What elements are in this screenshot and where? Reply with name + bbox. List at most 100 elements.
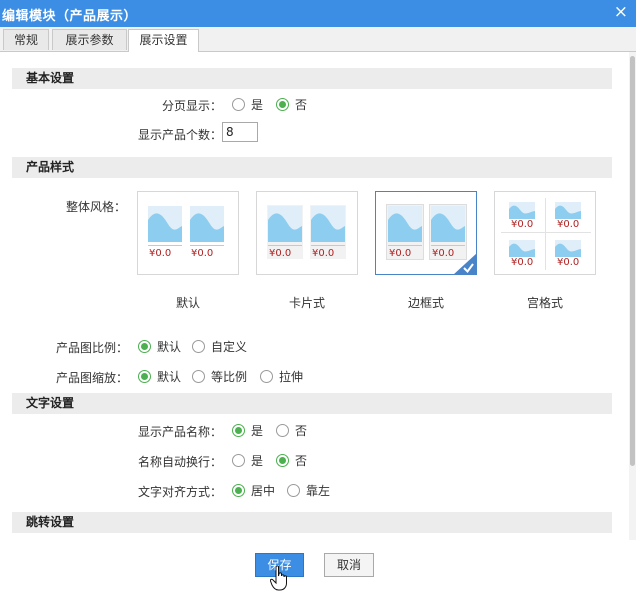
scale-stretch-text: 拉伸 xyxy=(279,370,304,384)
overall-style-label: 整体风格： xyxy=(65,200,126,214)
image-placeholder-icon xyxy=(431,206,465,242)
wrap-yes-text: 是 xyxy=(251,454,264,468)
align-option-center[interactable]: 居中 xyxy=(232,483,275,499)
style-card-border[interactable]: ¥0.0 ¥0.0 xyxy=(375,191,477,275)
tab-display-settings[interactable]: 展示设置 xyxy=(128,29,199,52)
section-basic-settings: 基本设置 xyxy=(12,68,612,89)
show-name-no-radio[interactable] xyxy=(276,424,289,437)
image-placeholder-icon xyxy=(509,240,535,257)
count-label: 显示产品个数： xyxy=(137,128,222,142)
scale-option-stretch[interactable]: 拉伸 xyxy=(260,369,303,385)
count-input[interactable] xyxy=(222,122,258,142)
scale-default-text: 默认 xyxy=(157,370,182,384)
product-placeholder: ¥0.0 xyxy=(147,205,183,259)
align-left-text: 靠左 xyxy=(306,484,331,498)
scale-proportional-radio[interactable] xyxy=(192,370,205,383)
ratio-custom-radio[interactable] xyxy=(192,340,205,353)
product-placeholder: ¥0.0 xyxy=(386,204,424,260)
wrap-option-no[interactable]: 否 xyxy=(276,453,307,469)
price-text: ¥0.0 xyxy=(557,219,580,230)
style-name-grid[interactable]: 宫格式 xyxy=(494,294,596,311)
image-placeholder-icon xyxy=(311,206,345,242)
wrap-label: 名称自动换行： xyxy=(137,455,222,469)
paging-label: 分页显示： xyxy=(161,99,222,113)
price-text: ¥0.0 xyxy=(149,248,172,259)
image-placeholder-icon xyxy=(555,202,581,219)
scale-proportional-text: 等比例 xyxy=(211,370,248,384)
price-text: ¥0.0 xyxy=(511,257,534,268)
product-placeholder: ¥0.0 xyxy=(555,202,595,232)
cancel-button[interactable]: 取消 xyxy=(324,553,374,577)
selected-check-icon xyxy=(453,253,477,275)
product-placeholder: ¥0.0 xyxy=(555,240,595,270)
section-text-settings: 文字设置 xyxy=(12,393,612,414)
align-center-radio[interactable] xyxy=(232,484,245,497)
show-name-option-yes[interactable]: 是 xyxy=(232,423,263,439)
ratio-label: 产品图比例： xyxy=(55,341,128,355)
scale-label: 产品图缩放： xyxy=(55,371,128,385)
align-label: 文字对齐方式： xyxy=(137,485,222,499)
tab-general[interactable]: 常规 xyxy=(3,29,49,50)
image-placeholder-icon xyxy=(555,240,581,257)
paging-yes-text: 是 xyxy=(251,98,264,112)
image-placeholder-icon xyxy=(148,206,182,242)
price-text: ¥0.0 xyxy=(389,248,412,259)
scale-default-radio[interactable] xyxy=(138,370,151,383)
wrap-option-yes[interactable]: 是 xyxy=(232,453,263,469)
wrap-no-radio[interactable] xyxy=(276,454,289,467)
image-placeholder-icon xyxy=(388,206,422,242)
align-center-text: 居中 xyxy=(251,484,276,498)
ratio-custom-text: 自定义 xyxy=(211,340,248,354)
price-text: ¥0.0 xyxy=(432,248,455,259)
paging-option-yes[interactable]: 是 xyxy=(232,97,263,113)
tab-display-params[interactable]: 展示参数 xyxy=(52,29,127,50)
close-icon[interactable]: × xyxy=(614,3,628,21)
align-option-left[interactable]: 靠左 xyxy=(287,483,330,499)
paging-no-text: 否 xyxy=(295,98,308,112)
style-name-card[interactable]: 卡片式 xyxy=(256,294,358,311)
ratio-option-default[interactable]: 默认 xyxy=(138,339,181,355)
product-placeholder: ¥0.0 xyxy=(509,202,549,232)
show-name-yes-text: 是 xyxy=(251,424,264,438)
product-placeholder: ¥0.0 xyxy=(429,204,467,260)
ratio-default-text: 默认 xyxy=(157,340,182,354)
product-placeholder: ¥0.0 xyxy=(509,240,549,270)
show-name-option-no[interactable]: 否 xyxy=(276,423,307,439)
price-text: ¥0.0 xyxy=(191,248,214,259)
image-placeholder-icon xyxy=(509,202,535,219)
paging-option-no[interactable]: 否 xyxy=(276,97,307,113)
scale-stretch-radio[interactable] xyxy=(260,370,273,383)
dialog-titlebar: 编辑模块（产品展示） × xyxy=(0,0,636,27)
show-name-yes-radio[interactable] xyxy=(232,424,245,437)
price-text: ¥0.0 xyxy=(312,248,335,259)
wrap-no-text: 否 xyxy=(295,454,308,468)
style-name-border[interactable]: 边框式 xyxy=(375,294,477,311)
style-name-default[interactable]: 默认 xyxy=(137,294,239,311)
scrollbar-thumb[interactable] xyxy=(630,56,635,466)
price-text: ¥0.0 xyxy=(511,219,534,230)
show-name-no-text: 否 xyxy=(295,424,308,438)
style-card-default[interactable]: ¥0.0 ¥0.0 xyxy=(137,191,239,275)
hand-cursor-icon xyxy=(269,565,290,594)
scrollbar[interactable] xyxy=(629,52,636,540)
section-jump-settings: 跳转设置 xyxy=(12,512,612,533)
price-text: ¥0.0 xyxy=(557,257,580,268)
ratio-option-custom[interactable]: 自定义 xyxy=(192,339,247,355)
style-card-card[interactable]: ¥0.0 ¥0.0 xyxy=(256,191,358,275)
product-placeholder: ¥0.0 xyxy=(189,205,225,259)
tab-bar: 常规 展示参数 展示设置 xyxy=(0,27,636,52)
image-placeholder-icon xyxy=(268,206,302,242)
paging-yes-radio[interactable] xyxy=(232,98,245,111)
dialog-title: 编辑模块（产品展示） xyxy=(2,9,138,24)
scale-option-default[interactable]: 默认 xyxy=(138,369,181,385)
product-placeholder: ¥0.0 xyxy=(267,205,303,259)
align-left-radio[interactable] xyxy=(287,484,300,497)
wrap-yes-radio[interactable] xyxy=(232,454,245,467)
ratio-default-radio[interactable] xyxy=(138,340,151,353)
style-card-grid[interactable]: ¥0.0 ¥0.0 ¥0.0 ¥0.0 xyxy=(494,191,596,275)
show-name-label: 显示产品名称： xyxy=(137,425,222,439)
scale-option-proportional[interactable]: 等比例 xyxy=(192,369,247,385)
dialog-footer xyxy=(0,540,636,594)
paging-no-radio[interactable] xyxy=(276,98,289,111)
product-placeholder: ¥0.0 xyxy=(310,205,346,259)
